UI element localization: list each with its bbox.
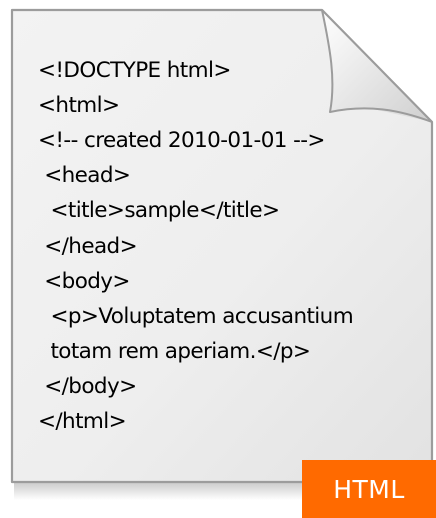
code-line: </html> [38, 409, 127, 434]
file-type-label: HTML [333, 474, 405, 504]
code-line: <body> [38, 269, 130, 294]
code-line: </head> [38, 234, 137, 259]
page-fold [321, 9, 433, 123]
file-type-badge: HTML [302, 460, 436, 518]
code-line: <head> [38, 163, 131, 188]
code-line: <p>Voluptatem accusantium [38, 304, 354, 329]
code-line: </body> [38, 374, 137, 399]
code-line: <title>sample</title> [38, 198, 280, 223]
code-line: <!DOCTYPE html> [38, 58, 231, 83]
code-line: <html> [38, 93, 120, 118]
code-line: <!-- created 2010-01-01 --> [38, 128, 325, 153]
code-line: totam rem aperiam.</p> [38, 339, 311, 364]
